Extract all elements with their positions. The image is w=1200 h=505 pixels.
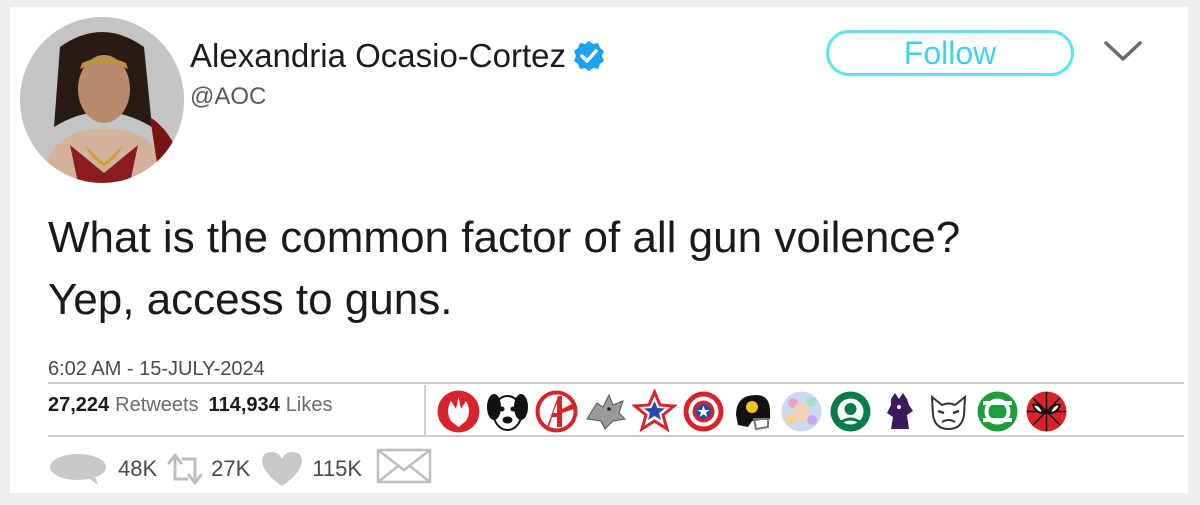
avatar-image <box>20 17 184 183</box>
starbucks-icon[interactable] <box>828 389 873 434</box>
divider-bottom <box>48 435 1184 437</box>
retweets-count[interactable]: 27,224 <box>48 394 109 417</box>
account-name-row: Alexandria Ocasio-Cortez <box>190 37 606 75</box>
retweet-icon <box>167 453 203 484</box>
liker-avatars <box>436 389 1069 434</box>
lion-crest-icon[interactable] <box>877 389 922 434</box>
account-name[interactable]: Alexandria Ocasio-Cortez <box>190 37 566 75</box>
stats-separator <box>424 385 426 437</box>
star-badge-icon[interactable] <box>632 389 677 434</box>
tweet-text: What is the common factor of all gun voi… <box>48 207 1178 331</box>
heart-icon <box>262 451 303 486</box>
divider-top <box>48 382 1184 384</box>
green-lantern-icon[interactable] <box>975 389 1020 434</box>
tweet-line-1: What is the common factor of all gun voi… <box>48 213 961 262</box>
grumpy-cat-icon[interactable] <box>926 389 971 434</box>
likes-label[interactable]: Likes <box>286 394 333 417</box>
likes-count[interactable]: 114,934 <box>209 394 280 417</box>
reply-bubble-icon <box>50 453 106 485</box>
chevron-down-icon[interactable] <box>1100 35 1146 67</box>
like-button[interactable]: 115K <box>260 450 362 488</box>
follow-button[interactable]: Follow <box>826 30 1074 76</box>
tweet-card: Alexandria Ocasio-Cortez @AOC Follow Wha… <box>10 7 1188 493</box>
retweet-button[interactable]: 27K <box>167 449 250 489</box>
avatar[interactable] <box>20 17 184 183</box>
reply-count: 48K <box>118 455 158 481</box>
tweet-line-2: Yep, access to guns. <box>48 275 453 324</box>
colorful-face-icon[interactable] <box>779 389 824 434</box>
tweet-actions: 48K 27K 115K <box>48 448 432 489</box>
football-helmet-icon[interactable] <box>730 389 775 434</box>
direct-message-button[interactable] <box>376 448 432 489</box>
tweet-timestamp[interactable]: 6:02 AM - 15-JULY-2024 <box>48 358 265 381</box>
retweet-count: 27K <box>211 455 251 481</box>
rebel-alliance-icon[interactable] <box>436 389 481 434</box>
engagement-stats: 27,224 Retweets 114,934 Likes <box>48 394 342 417</box>
stark-direwolf-icon[interactable] <box>583 389 628 434</box>
verified-badge-icon <box>574 41 604 71</box>
spider-man-icon[interactable] <box>1024 389 1069 434</box>
captain-america-shield-icon[interactable] <box>681 389 726 434</box>
avengers-icon[interactable] <box>534 389 579 434</box>
retweets-label[interactable]: Retweets <box>115 394 198 417</box>
envelope-icon <box>376 448 432 484</box>
reply-button[interactable]: 48K <box>48 452 157 486</box>
like-count: 115K <box>312 455 363 481</box>
account-handle[interactable]: @AOC <box>190 83 266 111</box>
dog-face-icon[interactable] <box>485 389 530 434</box>
